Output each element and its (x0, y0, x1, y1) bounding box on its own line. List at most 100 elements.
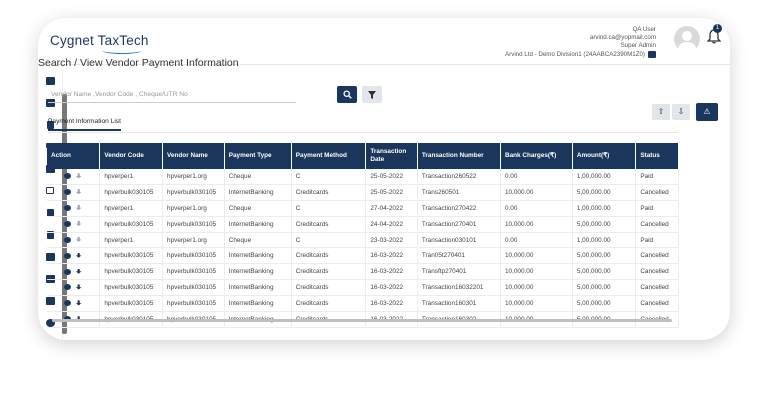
table-cell: InternetBanking (224, 216, 292, 233)
table-cell: Paid (635, 169, 679, 185)
col-header[interactable]: Amount(₹) (572, 143, 637, 169)
table-cell: hpverper1.org (162, 200, 225, 217)
eye-icon[interactable] (64, 284, 72, 291)
filter-button[interactable] (362, 86, 382, 103)
user-info: QA User arvind.ca@yopmail.com Super Admi… (505, 26, 656, 59)
eye-icon[interactable] (64, 252, 72, 259)
download-icon[interactable] (75, 236, 82, 242)
table-cell: 10,000.00 (500, 216, 573, 233)
table-cell: Transaction16032201 (417, 279, 501, 297)
download-icon[interactable] (75, 252, 82, 258)
download-icon[interactable] (75, 189, 82, 195)
table-cell: hpverbulk030105 (162, 247, 225, 265)
table-cell: 5,00,000.00 (572, 247, 637, 265)
table-cell: Transftp270401 (417, 263, 501, 281)
col-header[interactable]: Action (47, 143, 101, 169)
table-cell: C (291, 232, 367, 249)
table-cell: 10,000.00 (500, 279, 573, 297)
table-cell: 16-03-2022 (365, 279, 418, 297)
avatar[interactable] (674, 26, 700, 52)
table-cell: hpverbulk030105 (99, 295, 164, 313)
table-cell: 24-04-2022 (365, 216, 418, 233)
row-actions (47, 263, 101, 281)
download-icon[interactable] (75, 284, 82, 290)
page-title: Search / View Vendor Payment Information (38, 57, 239, 69)
eye-icon[interactable] (64, 173, 72, 180)
table-row: hpverbulk030105hpverbulk030105InternetBa… (47, 184, 679, 201)
home-icon[interactable] (46, 77, 55, 85)
search-icon (342, 90, 352, 99)
download-icon[interactable] (75, 173, 82, 179)
user-email: arvind.ca@yopmail.com (589, 34, 656, 42)
download-icon[interactable] (75, 300, 82, 306)
col-header[interactable]: Payment Method (291, 143, 367, 169)
table-cell: 1,00,000.00 (572, 232, 637, 249)
building-icon (648, 51, 656, 59)
row-actions (47, 279, 101, 297)
row-actions (47, 184, 101, 201)
table-cell: InternetBanking (224, 247, 292, 265)
bell-icon[interactable]: 1 (706, 24, 722, 45)
table-cell: 5,00,000.00 (572, 279, 637, 297)
table-cell: hpverper1 (99, 232, 164, 249)
table-cell: hpverbulk030105 (162, 263, 225, 281)
search-input[interactable]: Vendor Name ,Vendor Code , Cheque/UTR No (48, 86, 296, 103)
eye-icon[interactable] (64, 220, 72, 227)
table-cell: Transaction160301 (417, 295, 501, 313)
eye-icon[interactable] (64, 300, 72, 307)
col-header[interactable]: Vendor Code (99, 143, 164, 169)
table-cell: hpverbulk030105 (162, 216, 225, 233)
col-header[interactable]: Status (635, 143, 679, 169)
company-selector[interactable]: Arvind Ltd - Demo Division1 (24AABCA2390… (505, 51, 656, 59)
col-header[interactable]: Transaction Date (365, 143, 418, 169)
company-name: Arvind Ltd - Demo Division1 (24AABCA2390… (505, 50, 645, 58)
table-cell: Cheque (224, 232, 292, 249)
col-header[interactable]: Payment Type (224, 143, 292, 169)
table-cell: 1,00,000.00 (572, 169, 637, 185)
table-cell: hpverbulk030105 (99, 263, 164, 281)
col-header[interactable]: Vendor Name (162, 143, 225, 169)
table-cell: Trans260501 (417, 184, 501, 201)
table-row: hpverper1 hpverper1.org Cheque C 25-05-2022 T… (47, 169, 679, 185)
table-cell: hpverbulk030105 (99, 279, 164, 297)
table-row: hpverbulk030105hpverbulk030105InternetBa… (47, 295, 679, 313)
avatar-head (682, 31, 692, 41)
table-cell: Cancelled (635, 216, 679, 233)
table-cell: 5,00,000.00 (572, 263, 637, 281)
table-cell: Cancelled (635, 247, 679, 265)
table-cell: Tran05t270401 (417, 247, 501, 265)
table-cell: hpverbulk030105 (162, 279, 225, 297)
col-header[interactable]: Transaction Number (417, 143, 501, 169)
user-name: QA User (632, 26, 656, 33)
table-cell: Paid (635, 232, 679, 249)
table-cell: 5,00,000.00 (572, 216, 637, 233)
table-horizontal-scrollbar[interactable] (52, 319, 672, 322)
table-cell: 10,000.00 (500, 184, 573, 201)
eye-icon[interactable] (64, 189, 72, 196)
row-actions (47, 232, 101, 249)
table-cell: C (291, 169, 367, 185)
table-cell: 10,000.00 (500, 247, 573, 265)
table-cell: 16-03-2022 (365, 295, 418, 313)
warning-button[interactable]: ⚠ (696, 103, 718, 121)
table-cell: 23-03-2022 (365, 232, 418, 249)
search-button[interactable] (337, 86, 357, 103)
eye-icon[interactable] (64, 268, 72, 275)
download-icon[interactable] (75, 220, 82, 227)
download-icon[interactable] (75, 268, 82, 274)
tab-payment-information-list[interactable]: Payment Information List (48, 118, 121, 131)
download-icon[interactable] (75, 205, 82, 211)
table-cell: hpverper1 (99, 169, 164, 185)
table-header-row: Action Vendor Code Vendor Name Payment T… (47, 143, 679, 169)
table-cell: 16-03-2022 (365, 247, 418, 265)
eye-icon[interactable] (64, 205, 72, 212)
table-cell: 0.00 (500, 169, 573, 185)
table-cell: hpverbulk030105 (99, 247, 164, 265)
col-header[interactable]: Bank Charges(₹) (500, 143, 573, 169)
search-placeholder: Vendor Name ,Vendor Code , Cheque/UTR No (51, 91, 188, 98)
table-cell: Transaction260522 (417, 169, 501, 185)
logo: Cygnet TaxTech (50, 33, 149, 54)
table-cell: hpverper1 (99, 200, 164, 217)
eye-icon[interactable] (64, 236, 72, 243)
table-cell: Creditcards (291, 247, 367, 265)
